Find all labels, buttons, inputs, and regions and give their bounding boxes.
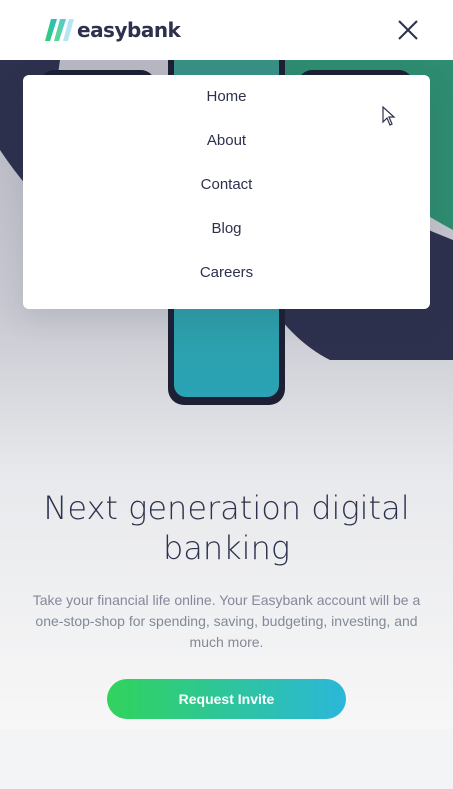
- brand-logo[interactable]: easybank: [45, 18, 181, 42]
- menu-item-home[interactable]: Home: [23, 86, 430, 130]
- mouse-cursor-icon: [382, 106, 396, 126]
- menu-item-blog[interactable]: Blog: [23, 218, 430, 262]
- site-header: easybank: [0, 0, 453, 60]
- mobile-menu: Home About Contact Blog Careers: [23, 75, 430, 309]
- menu-item-contact[interactable]: Contact: [23, 174, 430, 218]
- menu-item-about[interactable]: About: [23, 130, 430, 174]
- brand-name: easybank: [77, 18, 181, 42]
- menu-item-careers[interactable]: Careers: [23, 262, 430, 306]
- footer-strip: [0, 729, 453, 789]
- hero-description: Take your financial life online. Your Ea…: [32, 592, 421, 650]
- request-invite-button[interactable]: Request Invite: [107, 679, 346, 719]
- hero-title: Next generation digital banking: [43, 489, 410, 567]
- close-icon[interactable]: [396, 18, 420, 42]
- logo-mark-icon: [45, 19, 74, 41]
